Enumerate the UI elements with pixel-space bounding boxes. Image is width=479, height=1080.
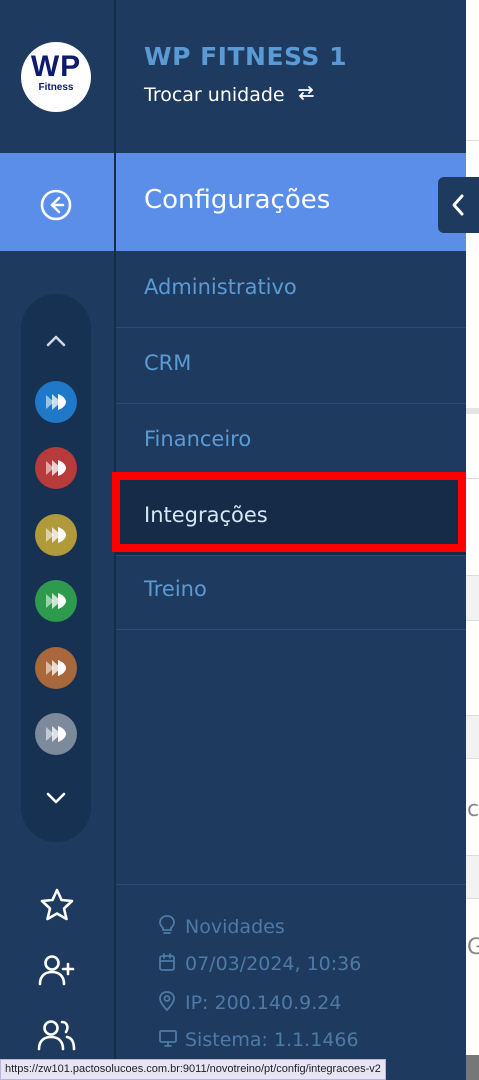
- map-pin-icon: [158, 990, 178, 1017]
- menu-item-label: Treino: [144, 577, 207, 601]
- module-avatar[interactable]: [35, 580, 77, 622]
- company-logo[interactable]: WP Fitness: [21, 42, 91, 112]
- module-logo-icon: [46, 460, 66, 476]
- calendar-icon: [158, 952, 178, 977]
- datetime-value: 07/03/2024, 10:36: [185, 953, 362, 975]
- module-avatar[interactable]: [35, 447, 77, 489]
- background-divider: [466, 898, 479, 899]
- module-avatar[interactable]: [35, 381, 77, 423]
- module-logo-icon: [46, 593, 66, 609]
- background-divider: [466, 620, 479, 621]
- background-divider: [466, 478, 479, 479]
- monitor-icon: [158, 1028, 178, 1053]
- novidades-link[interactable]: Novidades: [158, 914, 285, 941]
- background-band: [466, 716, 479, 758]
- background-text: c: [467, 797, 479, 822]
- ip-value: IP: 200.140.9.24: [185, 992, 342, 1014]
- logo-subtext: Fitness: [38, 82, 74, 93]
- switch-unit-link[interactable]: Trocar unidade: [144, 84, 315, 106]
- datetime-info: 07/03/2024, 10:36: [158, 952, 361, 977]
- user-plus-icon[interactable]: [36, 950, 78, 992]
- background-divider: [466, 758, 479, 759]
- menu-item-label: Financeiro: [144, 427, 252, 451]
- unit-name: WP FITNESS 1: [144, 42, 348, 71]
- chevron-down-icon[interactable]: [44, 788, 68, 812]
- module-logo-icon: [46, 394, 66, 410]
- module-switcher: [21, 294, 91, 842]
- background-text: G: [467, 935, 479, 960]
- switch-unit-label: Trocar unidade: [144, 84, 285, 106]
- footer-divider: [116, 884, 466, 885]
- highlight-box: [112, 472, 466, 552]
- section-title: Configurações: [144, 185, 331, 215]
- users-icon[interactable]: [36, 1015, 78, 1057]
- swap-arrows-icon: [297, 85, 315, 106]
- menu-item-administrativo[interactable]: Administrativo: [116, 251, 466, 328]
- background-band: [466, 856, 479, 898]
- background-divider: [466, 140, 479, 141]
- novidades-label: Novidades: [185, 916, 285, 938]
- status-bar-url: https://zw101.pactosolucoes.com.br:9011/…: [0, 1059, 386, 1080]
- background-band: [466, 1055, 479, 1080]
- ip-info: IP: 200.140.9.24: [158, 990, 341, 1017]
- arrow-left-circle-icon: [39, 188, 73, 226]
- system-value: Sistema: 1.1.1466: [185, 1029, 359, 1051]
- menu-item-treino[interactable]: Treino: [116, 553, 466, 630]
- module-avatar[interactable]: [35, 713, 77, 755]
- background-band: [466, 576, 479, 620]
- star-icon[interactable]: [36, 885, 78, 927]
- module-avatar[interactable]: [35, 514, 77, 556]
- chevron-up-icon[interactable]: [44, 330, 68, 354]
- background-band: [466, 408, 479, 414]
- menu-item-financeiro[interactable]: Financeiro: [116, 403, 466, 480]
- collapse-menu-button[interactable]: [438, 177, 479, 233]
- lightbulb-icon: [158, 914, 178, 941]
- module-logo-icon: [46, 726, 66, 742]
- menu-item-label: CRM: [144, 351, 192, 375]
- system-info: Sistema: 1.1.1466: [158, 1028, 359, 1053]
- module-logo-icon: [46, 527, 66, 543]
- module-avatar[interactable]: [35, 647, 77, 689]
- chevron-left-icon: [452, 194, 464, 216]
- menu-item-crm[interactable]: CRM: [116, 327, 466, 404]
- module-logo-icon: [46, 660, 66, 676]
- menu-item-label: Administrativo: [144, 275, 297, 299]
- logo-text: WP: [30, 50, 82, 83]
